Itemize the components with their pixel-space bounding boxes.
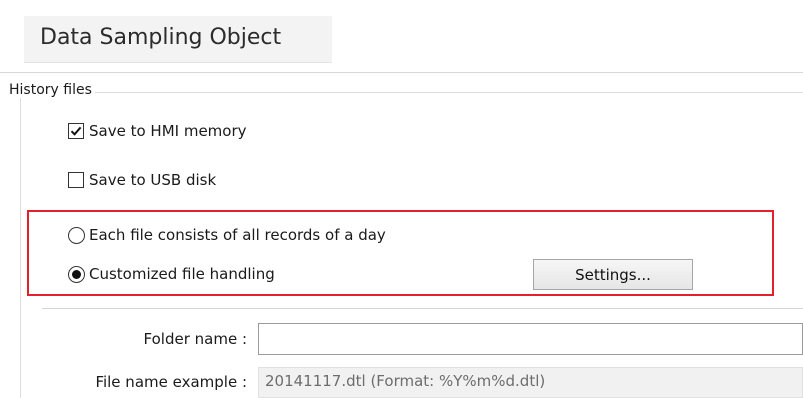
radio-customized[interactable] <box>68 265 85 283</box>
divider <box>0 72 803 73</box>
page-title: Data Sampling Object <box>40 25 282 50</box>
radio-selected-dot <box>72 269 81 279</box>
radio-customized-row[interactable]: Customized file handling <box>68 265 275 283</box>
folder-name-input[interactable] <box>258 323 803 355</box>
file-name-example-field: 20141117.dtl (Format: %Y%m%d.dtl) <box>258 367 803 398</box>
history-files-group-label: History files <box>6 82 95 98</box>
save-to-usb-checkbox[interactable] <box>68 172 84 188</box>
groupbox-border-top <box>20 92 803 93</box>
divider-lower <box>42 308 803 309</box>
groupbox-border-left <box>20 92 21 398</box>
file-name-example-label: File name example : <box>95 373 247 391</box>
data-sampling-object-panel: Data Sampling Object History files Save … <box>0 0 803 398</box>
settings-button[interactable]: Settings... <box>533 259 693 290</box>
radio-customized-label: Customized file handling <box>89 265 275 283</box>
save-to-usb-label: Save to USB disk <box>89 171 217 189</box>
save-to-usb-checkbox-row[interactable]: Save to USB disk <box>68 171 216 189</box>
save-to-hmi-label: Save to HMI memory <box>89 122 247 140</box>
save-to-hmi-checkbox[interactable] <box>68 123 84 139</box>
radio-each-file-day-row[interactable]: Each file consists of all records of a d… <box>68 226 386 244</box>
save-to-hmi-checkbox-row[interactable]: Save to HMI memory <box>68 122 247 140</box>
folder-name-label: Folder name : <box>143 330 247 348</box>
radio-each-file-day-label: Each file consists of all records of a d… <box>89 226 386 244</box>
title-box: Data Sampling Object <box>24 16 332 63</box>
radio-each-file-day[interactable] <box>68 226 85 244</box>
checkmark-icon <box>70 126 82 136</box>
